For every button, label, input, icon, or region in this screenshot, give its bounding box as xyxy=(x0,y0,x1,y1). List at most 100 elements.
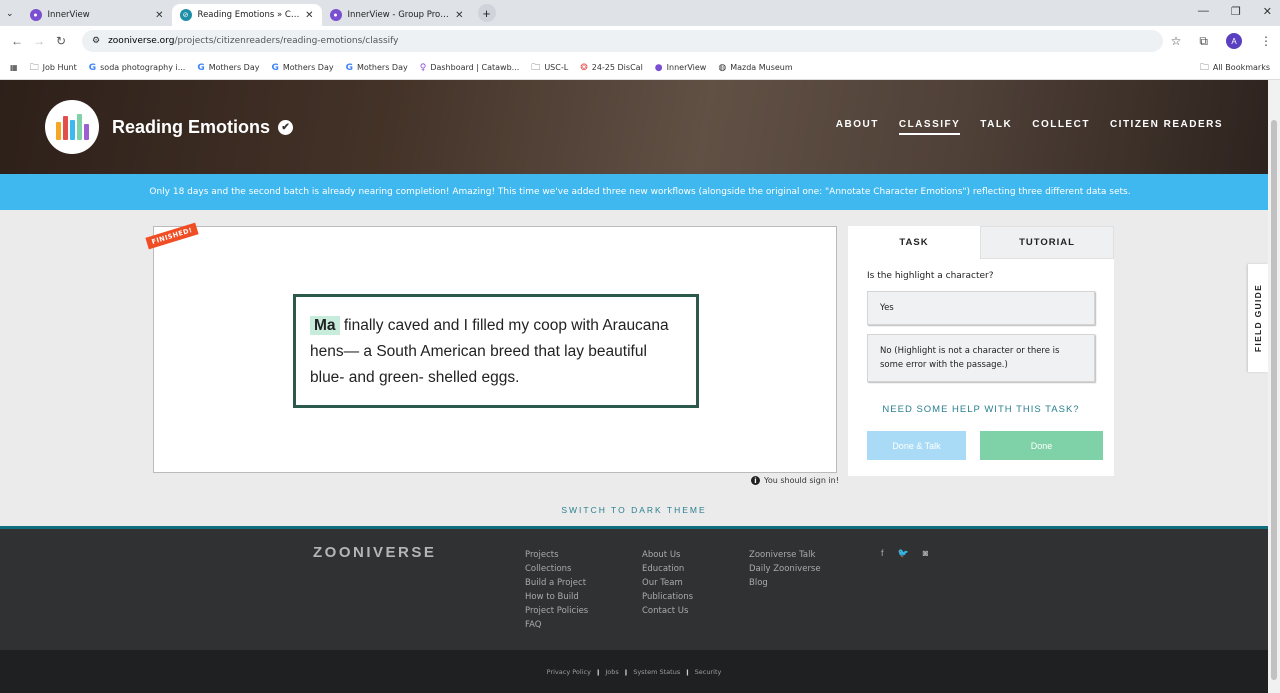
bookmark-label: InnerView xyxy=(666,63,707,72)
bookmark-mazda-museum[interactable]: ◍ Mazda Museum xyxy=(718,63,792,73)
back-icon[interactable]: ← xyxy=(8,34,26,48)
bookmark-label: Mazda Museum xyxy=(730,63,793,72)
footer-link[interactable]: Contact Us xyxy=(642,604,693,618)
footer-link[interactable]: Project Policies xyxy=(525,604,588,618)
reload-icon[interactable]: ↻ xyxy=(52,34,70,48)
nav-collect[interactable]: COLLECT xyxy=(1032,119,1090,135)
done-button[interactable]: Done xyxy=(980,431,1103,460)
instagram-icon[interactable]: ◙ xyxy=(923,548,928,559)
menu-icon[interactable]: ⋮ xyxy=(1260,34,1272,48)
footer-link[interactable]: How to Build xyxy=(525,590,588,604)
nav-classify[interactable]: CLASSIFY xyxy=(898,119,961,135)
bookmark-label: USC-L xyxy=(544,63,569,72)
bookmark-discal[interactable]: ❂ 24-25 DisCal xyxy=(580,63,643,73)
tab-list-chevron-icon[interactable]: ⌄ xyxy=(6,8,14,19)
browser-tab-innerview[interactable]: ● InnerView ✕ xyxy=(22,4,172,26)
scrollbar-thumb[interactable] xyxy=(1271,120,1277,680)
bookmark-label: Mothers Day xyxy=(208,63,260,72)
footer-link[interactable]: FAQ xyxy=(525,618,588,632)
bookmark-mothers-day-3[interactable]: G Mothers Day xyxy=(346,63,408,73)
bookmark-mothers-day-1[interactable]: G Mothers Day xyxy=(197,63,259,73)
close-window-icon[interactable]: ✕ xyxy=(1263,5,1272,18)
page-scrollbar[interactable] xyxy=(1268,80,1280,693)
project-title[interactable]: Reading Emotions ✔ xyxy=(112,116,294,138)
jobs-link[interactable]: Jobs xyxy=(605,668,618,676)
footer-link[interactable]: Our Team xyxy=(642,576,693,590)
bookmark-usc-l[interactable]: 🗀 USC-L xyxy=(531,60,568,76)
task-panel: TASK TUTORIAL Is the highlight a charact… xyxy=(848,226,1114,476)
tab-title: InnerView xyxy=(47,10,90,20)
task-help-link[interactable]: NEED SOME HELP WITH THIS TASK? xyxy=(848,404,1114,415)
field-guide-tab[interactable]: FIELD GUIDE xyxy=(1248,264,1268,372)
footer-link[interactable]: Daily Zooniverse xyxy=(749,562,821,576)
answer-no-button[interactable]: No (Highlight is not a character or ther… xyxy=(867,334,1095,382)
site-info-icon[interactable]: ⚙ xyxy=(92,36,100,46)
nav-about[interactable]: ABOUT xyxy=(836,119,879,135)
separator: ǀ xyxy=(686,667,689,676)
answer-yes-button[interactable]: Yes xyxy=(867,291,1095,325)
innerview-favicon-icon: ● xyxy=(329,9,342,21)
system-status-link[interactable]: System Status xyxy=(633,668,680,676)
footer-link[interactable]: Zooniverse Talk xyxy=(749,548,821,562)
apps-grid-icon[interactable]: ▦ xyxy=(10,63,18,72)
footer-link[interactable]: Education xyxy=(642,562,693,576)
forward-icon[interactable]: → xyxy=(30,34,48,48)
switch-theme-link[interactable]: SWITCH TO DARK THEME xyxy=(0,505,1268,515)
bookmark-label: Dashboard | Catawb... xyxy=(430,63,520,72)
url-domain: zooniverse.org xyxy=(108,36,175,46)
tab-tutorial[interactable]: TUTORIAL xyxy=(980,226,1114,259)
project-title-text: Reading Emotions xyxy=(112,116,271,137)
profile-avatar[interactable]: A xyxy=(1226,33,1242,49)
info-icon: i xyxy=(751,476,760,485)
footer: ZOONIVERSE Projects Collections Build a … xyxy=(0,526,1268,650)
extensions-icon[interactable]: ⧉ xyxy=(1199,34,1208,49)
footer-column-talk: Zooniverse Talk Daily Zooniverse Blog xyxy=(749,548,821,590)
project-header: Reading Emotions ✔ ABOUT CLASSIFY TALK C… xyxy=(0,80,1280,174)
address-bar-row: ← → ↻ ⚙ zooniverse.org/projects/citizenr… xyxy=(0,26,1280,56)
footer-link[interactable]: Projects xyxy=(525,548,588,562)
project-logo[interactable] xyxy=(45,100,99,154)
privacy-policy-link[interactable]: Privacy Policy xyxy=(547,668,591,676)
nav-citizen-readers[interactable]: CITIZEN READERS xyxy=(1110,119,1223,135)
google-icon: G xyxy=(345,62,353,73)
footer-link[interactable]: Publications xyxy=(642,590,693,604)
minimize-icon[interactable]: — xyxy=(1198,5,1209,18)
close-tab-icon[interactable]: ✕ xyxy=(305,10,313,21)
social-links: f 🐦 ◙ xyxy=(881,548,928,559)
folder-icon: 🗀 xyxy=(1199,62,1209,73)
footer-link[interactable]: Build a Project xyxy=(525,576,588,590)
facebook-icon[interactable]: f xyxy=(881,548,884,559)
footer-link[interactable]: Blog xyxy=(749,576,821,590)
bookmark-mothers-day-2[interactable]: G Mothers Day xyxy=(271,63,333,73)
google-icon: G xyxy=(88,62,97,73)
all-bookmarks-label: All Bookmarks xyxy=(1212,63,1270,72)
done-and-talk-button[interactable]: Done & Talk xyxy=(867,431,966,460)
announcement-banner: Only 18 days and the second batch is alr… xyxy=(0,174,1280,210)
restore-icon[interactable]: ❐ xyxy=(1231,5,1241,18)
sign-in-notice[interactable]: i You should sign in! xyxy=(751,476,839,485)
bookmark-innerview[interactable]: ● InnerView xyxy=(655,63,707,73)
nav-talk[interactable]: TALK xyxy=(980,119,1012,135)
tab-title: Reading Emotions » Classify — xyxy=(197,10,302,20)
new-tab-button[interactable]: + xyxy=(477,4,496,22)
browser-tab-reading-emotions[interactable]: ⊘ Reading Emotions » Classify — ✕ xyxy=(171,4,322,26)
footer-link[interactable]: Collections xyxy=(525,562,588,576)
security-link[interactable]: Security xyxy=(695,668,722,676)
url-bar[interactable]: ⚙ zooniverse.org/projects/citizenreaders… xyxy=(82,30,1163,52)
bookmark-dashboard-catawba[interactable]: ♀ Dashboard | Catawb... xyxy=(420,63,520,73)
tab-task[interactable]: TASK xyxy=(848,226,980,259)
bookmark-label: Mothers Day xyxy=(357,63,408,72)
bookmark-job-hunt[interactable]: 🗀 Job Hunt xyxy=(30,60,77,76)
close-tab-icon[interactable]: ✕ xyxy=(155,10,163,21)
bookmark-star-icon[interactable]: ☆ xyxy=(1171,34,1182,48)
browser-tab-innerview-group[interactable]: ● InnerView - Group Profile - Beta ✕ xyxy=(322,4,472,26)
zooniverse-logo[interactable]: ZOONIVERSE xyxy=(313,544,436,561)
all-bookmarks[interactable]: 🗀 All Bookmarks xyxy=(1200,60,1270,76)
folder-icon: 🗀 xyxy=(29,62,39,73)
innerview-icon: ● xyxy=(654,62,663,73)
bookmark-soda-photography[interactable]: Gsoda photography i... xyxy=(89,63,186,73)
footer-link[interactable]: About Us xyxy=(642,548,693,562)
twitter-icon[interactable]: 🐦 xyxy=(898,548,909,559)
close-tab-icon[interactable]: ✕ xyxy=(455,10,463,21)
bookmark-label: soda photography i... xyxy=(100,63,186,72)
